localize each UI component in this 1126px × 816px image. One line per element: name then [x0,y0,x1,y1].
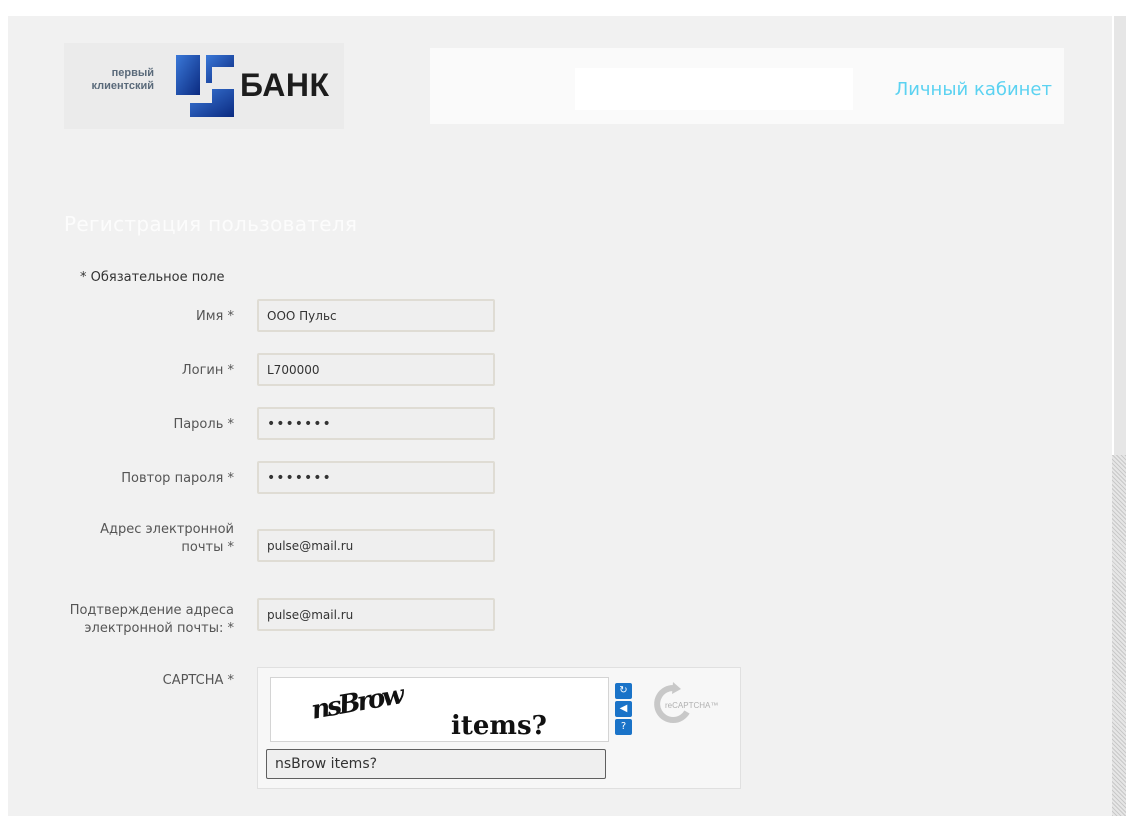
recaptcha-logo-icon: reCAPTCHA™ [654,682,718,723]
header-blank-area [575,68,853,110]
logo-small-text: первый клиентский [91,67,154,93]
repeat-password-field[interactable] [257,461,495,494]
logo-wordmark: БАНК [240,67,330,103]
logo-small-line2: клиентский [91,80,154,92]
header-panel: Личный кабинет [430,48,1064,124]
email-field[interactable] [257,529,495,562]
password-field[interactable] [257,407,495,440]
form-title: Регистрация пользователя [64,212,358,236]
name-field[interactable] [257,299,495,332]
email-label: Адрес электронной почты * [34,521,234,557]
scrollbar-track[interactable] [1112,455,1126,816]
logo-small-line1: первый [111,67,154,79]
email-confirm-field[interactable] [257,598,495,631]
page-background: первый клиентский БАНК Личный кабинет Ре… [8,16,1112,816]
password-label: Пароль * [173,417,234,432]
captcha-label: CAPTCHA * [162,673,234,688]
help-icon[interactable]: ? [615,719,632,735]
email-label-line2: почты * [181,540,234,555]
captcha-controls: ↻ ◀ ? [615,683,632,737]
email-confirm-label-line1: Подтверждение адреса [69,603,234,618]
email-confirm-label: Подтверждение адреса электронной почты: … [34,602,234,638]
login-field[interactable] [257,353,495,386]
email-confirm-label-line2: электронной почты: * [84,621,234,636]
captcha-word1: nsBrow [309,680,408,726]
bank-logo[interactable]: первый клиентский БАНК [64,43,344,129]
email-label-line1: Адрес электронной [100,522,234,537]
captcha-image-graphic: nsBrow items? [309,680,547,741]
recaptcha-logo-text: reCAPTCHA™ [665,701,718,710]
captcha-image: nsBrow items? [270,677,609,742]
required-field-note: * Обязательное поле [80,270,225,285]
captcha-input[interactable] [266,749,606,779]
refresh-icon[interactable]: ↻ [615,683,632,699]
captcha-widget: nsBrow items? ↻ ◀ ? reCAPTCHA™ [257,667,741,789]
audio-icon[interactable]: ◀ [615,701,632,717]
personal-cabinet-link[interactable]: Личный кабинет [895,78,1052,102]
name-label: Имя * [196,309,234,324]
repeat-password-label: Повтор пароля * [121,471,234,486]
logo-mark-icon [176,55,234,117]
captcha-word2: items? [451,711,547,741]
login-label: Логин * [181,363,234,378]
